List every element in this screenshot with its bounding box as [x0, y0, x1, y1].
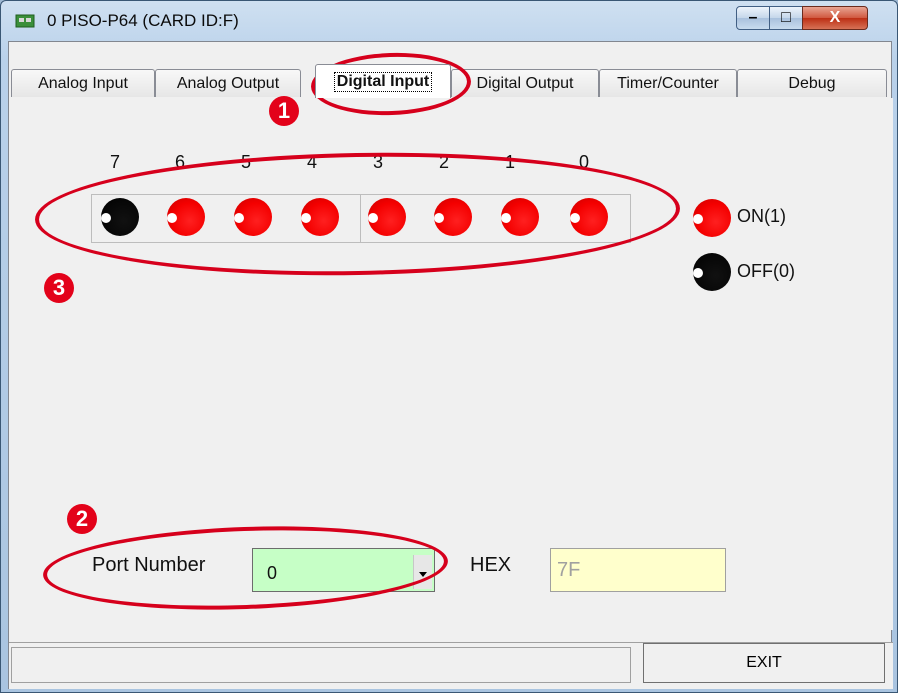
hex-value-field: 7F: [550, 548, 726, 592]
tab-analog-input[interactable]: Analog Input: [11, 69, 155, 97]
tab-analog-output[interactable]: Analog Output: [155, 69, 301, 97]
exit-button-label: EXIT: [746, 654, 782, 671]
hex-value: 7F: [557, 559, 581, 581]
annotation-marker-3: 3: [44, 273, 74, 303]
minimize-icon: –: [748, 9, 758, 26]
legend-off-led-icon: [693, 253, 731, 291]
close-icon: X: [829, 9, 841, 26]
app-window: 0 PISO-P64 (CARD ID:F) – □ X Analog Inpu…: [0, 0, 898, 693]
bit-label-7: 7: [109, 152, 120, 172]
legend-on-led-icon: [693, 199, 731, 237]
legend-on-label: ON(1): [737, 206, 786, 226]
exit-button[interactable]: EXIT: [643, 643, 885, 683]
tab-digital-output[interactable]: Digital Output: [451, 69, 599, 97]
minimize-button[interactable]: –: [736, 6, 770, 30]
status-pane: [11, 647, 631, 683]
annotation-marker-1: 1: [269, 96, 299, 126]
tab-timer-counter[interactable]: Timer/Counter: [599, 69, 737, 97]
title-bar: 0 PISO-P64 (CARD ID:F) – □ X: [1, 1, 897, 41]
card-app-icon: [15, 14, 35, 28]
close-button[interactable]: X: [802, 6, 868, 30]
annotation-marker-2: 2: [67, 504, 97, 534]
maximize-icon: □: [781, 9, 791, 26]
window-title: 0 PISO-P64 (CARD ID:F): [47, 11, 239, 30]
hex-label: HEX: [470, 554, 512, 576]
legend-off-label: OFF(0): [737, 261, 795, 281]
tab-digital-input[interactable]: Digital Input: [315, 64, 451, 98]
tab-debug[interactable]: Debug: [737, 69, 887, 97]
maximize-button[interactable]: □: [769, 6, 803, 30]
